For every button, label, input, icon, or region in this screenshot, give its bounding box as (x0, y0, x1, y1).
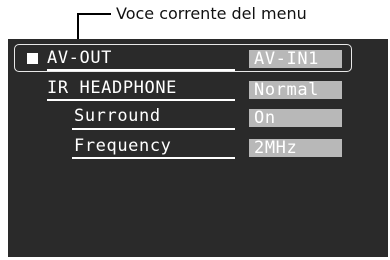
menu-item-value: On (254, 108, 276, 128)
menu-item-label: Surround (74, 106, 161, 126)
menu-item-label: AV-OUT (47, 48, 113, 68)
menu-item-label: IR HEADPHONE (47, 78, 178, 98)
menu-item-value: 2MHz (254, 138, 298, 158)
menu-item-value: AV-IN1 (254, 49, 320, 69)
selection-cursor-icon (27, 53, 38, 64)
callout-label: Voce corrente del menu (116, 4, 307, 23)
menu-item-label: Frequency (74, 136, 172, 156)
menu-item-underline (72, 128, 235, 130)
menu-item-underline (47, 69, 235, 71)
menu-item-value: Normal (254, 80, 320, 100)
menu-item-underline (47, 99, 235, 101)
callout-leader-horizontal (77, 13, 111, 15)
menu-item-underline (72, 157, 235, 159)
